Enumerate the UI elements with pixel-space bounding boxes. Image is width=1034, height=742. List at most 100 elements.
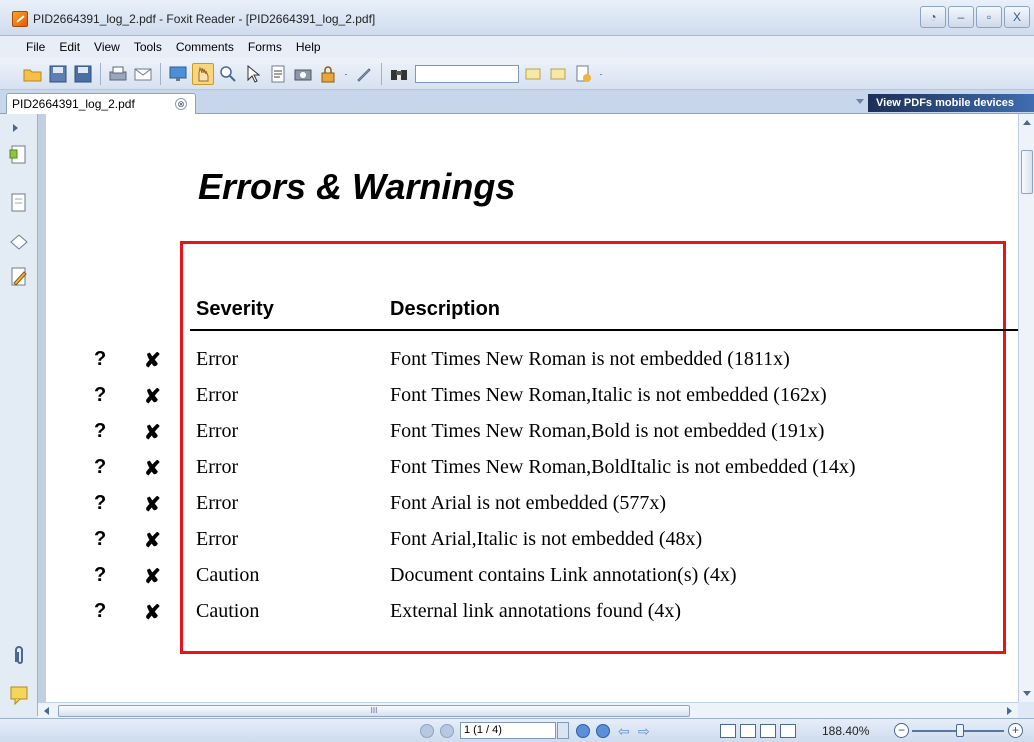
zoom-level[interactable]: 188.40%: [822, 724, 869, 738]
zoom-in-icon[interactable]: +: [1008, 723, 1023, 738]
facing-pages-icon[interactable]: [760, 724, 776, 738]
minimize-button[interactable]: –: [948, 6, 974, 28]
tab-label: PID2664391_log_2.pdf: [12, 97, 135, 111]
column-header-severity: Severity: [196, 298, 274, 320]
comments-panel-icon[interactable]: [9, 266, 29, 288]
expand-panel-arrow-icon[interactable]: [13, 124, 18, 132]
cross-mark-icon: ✘: [144, 350, 161, 372]
table-row: ? ✘ Error Font Times New Roman is not em…: [46, 348, 1018, 384]
fullscreen-icon[interactable]: [167, 63, 189, 85]
menu-forms[interactable]: Forms: [248, 40, 282, 54]
find-binoculars-icon[interactable]: [388, 63, 410, 85]
menu-view[interactable]: View: [94, 40, 120, 54]
hand-tool-icon[interactable]: [192, 62, 214, 85]
severity-cell: Error: [196, 528, 239, 550]
severity-cell: Error: [196, 384, 239, 406]
document-heading: Errors & Warnings: [198, 166, 516, 207]
help-button[interactable]: ◔: [920, 6, 946, 28]
continuous-facing-icon[interactable]: [780, 724, 796, 738]
find-next-icon[interactable]: [547, 63, 569, 85]
menu-edit[interactable]: Edit: [59, 40, 80, 54]
pages-thumbnail-icon[interactable]: [9, 192, 29, 214]
toolbar-separator: [160, 62, 161, 85]
continuous-page-icon[interactable]: [740, 724, 756, 738]
last-page-icon[interactable]: [596, 724, 610, 738]
rms-lock-icon[interactable]: [317, 63, 339, 85]
toolbar-separator: [100, 62, 101, 85]
table-row: ? ✘ Error Font Times New Roman,BoldItali…: [46, 456, 1018, 492]
question-mark-icon: ?: [94, 492, 107, 514]
scroll-down-arrow-icon[interactable]: [1023, 691, 1031, 696]
scroll-right-arrow-icon[interactable]: [1007, 707, 1012, 715]
layers-icon[interactable]: [9, 230, 29, 252]
mobile-ad-banner[interactable]: View PDFs mobile devices: [868, 94, 1034, 112]
close-tab-icon[interactable]: ⊗: [175, 98, 187, 110]
question-mark-icon: ?: [94, 384, 107, 406]
text-select-icon[interactable]: [267, 63, 289, 85]
question-mark-icon: ?: [94, 600, 107, 622]
cross-mark-icon: ✘: [144, 422, 161, 444]
zoom-out-icon[interactable]: −: [894, 723, 909, 738]
document-view[interactable]: Errors & Warnings Severity Description ?…: [38, 114, 1018, 702]
description-cell: Font Arial,Italic is not embedded (48x): [390, 528, 703, 550]
save-icon[interactable]: [47, 63, 69, 85]
email-icon[interactable]: [132, 63, 154, 85]
menu-tools[interactable]: Tools: [134, 40, 162, 54]
chevron-down-icon[interactable]: [856, 99, 864, 104]
column-header-description: Description: [390, 298, 501, 320]
zoom-slider-thumb[interactable]: [956, 724, 964, 737]
save-as-icon[interactable]: [72, 63, 94, 85]
scroll-up-arrow-icon[interactable]: [1023, 120, 1031, 125]
sign-pen-icon[interactable]: [353, 63, 375, 85]
snapshot-camera-icon[interactable]: [292, 63, 314, 85]
bookmarks-icon[interactable]: [9, 144, 29, 166]
title-bar: PID2664391_log_2.pdf - Foxit Reader - [P…: [0, 0, 1034, 36]
window-controls: ◔ – ▫ X: [920, 6, 1030, 28]
description-cell: Font Times New Roman,Italic is not embed…: [390, 384, 827, 406]
page-number-input[interactable]: 1 (1 / 4): [460, 722, 556, 739]
vertical-scrollbar[interactable]: [1018, 114, 1034, 702]
tab-document[interactable]: PID2664391_log_2.pdf ⊗: [6, 93, 196, 114]
next-page-icon[interactable]: [576, 724, 590, 738]
zoom-tool-icon[interactable]: [217, 63, 239, 85]
description-cell: Font Arial is not embedded (577x): [390, 492, 667, 514]
dropdown-arrow-icon[interactable]: ·: [597, 63, 605, 85]
first-page-icon[interactable]: [420, 724, 434, 738]
toolbar-separator: [381, 62, 382, 85]
menu-comments[interactable]: Comments: [176, 40, 234, 54]
menu-file[interactable]: File: [26, 40, 45, 54]
select-arrow-icon[interactable]: [242, 63, 264, 85]
vertical-scroll-thumb[interactable]: [1021, 150, 1033, 194]
foxit-app-icon: [12, 11, 28, 27]
severity-cell: Error: [196, 456, 239, 478]
scroll-left-arrow-icon[interactable]: [44, 707, 49, 715]
question-mark-icon: ?: [94, 348, 107, 370]
cross-mark-icon: ✘: [144, 386, 161, 408]
close-button[interactable]: X: [1004, 6, 1030, 28]
severity-cell: Caution: [196, 600, 260, 622]
cross-mark-icon: ✘: [144, 602, 161, 624]
previous-page-icon[interactable]: [440, 724, 454, 738]
horizontal-scroll-thumb[interactable]: III: [58, 705, 690, 717]
find-previous-icon[interactable]: [522, 63, 544, 85]
cross-mark-icon: ✘: [144, 566, 161, 588]
menu-help[interactable]: Help: [296, 40, 321, 54]
find-input[interactable]: [415, 64, 519, 83]
description-cell: External link annotations found (4x): [390, 600, 682, 622]
comment-note-icon[interactable]: [9, 684, 29, 706]
table-row: ? ✘ Error Font Times New Roman,Bold is n…: [46, 420, 1018, 456]
document-options-icon[interactable]: [572, 63, 594, 85]
horizontal-scrollbar[interactable]: III: [38, 702, 1018, 718]
single-page-icon[interactable]: [720, 724, 736, 738]
dropdown-arrow-icon[interactable]: ·: [342, 63, 350, 85]
open-folder-icon[interactable]: [22, 63, 44, 85]
maximize-button[interactable]: ▫: [976, 6, 1002, 28]
severity-cell: Error: [196, 492, 239, 514]
forward-arrow-icon[interactable]: ⇨: [638, 724, 650, 738]
print-icon[interactable]: [107, 63, 129, 85]
table-row: ? ✘ Error Font Times New Roman,Italic is…: [46, 384, 1018, 420]
back-arrow-icon[interactable]: ⇦: [618, 724, 630, 738]
attachment-paperclip-icon[interactable]: [9, 644, 29, 666]
table-row: ? ✘ Caution External link annotations fo…: [46, 600, 1018, 636]
page-dropdown-icon[interactable]: [557, 722, 569, 739]
